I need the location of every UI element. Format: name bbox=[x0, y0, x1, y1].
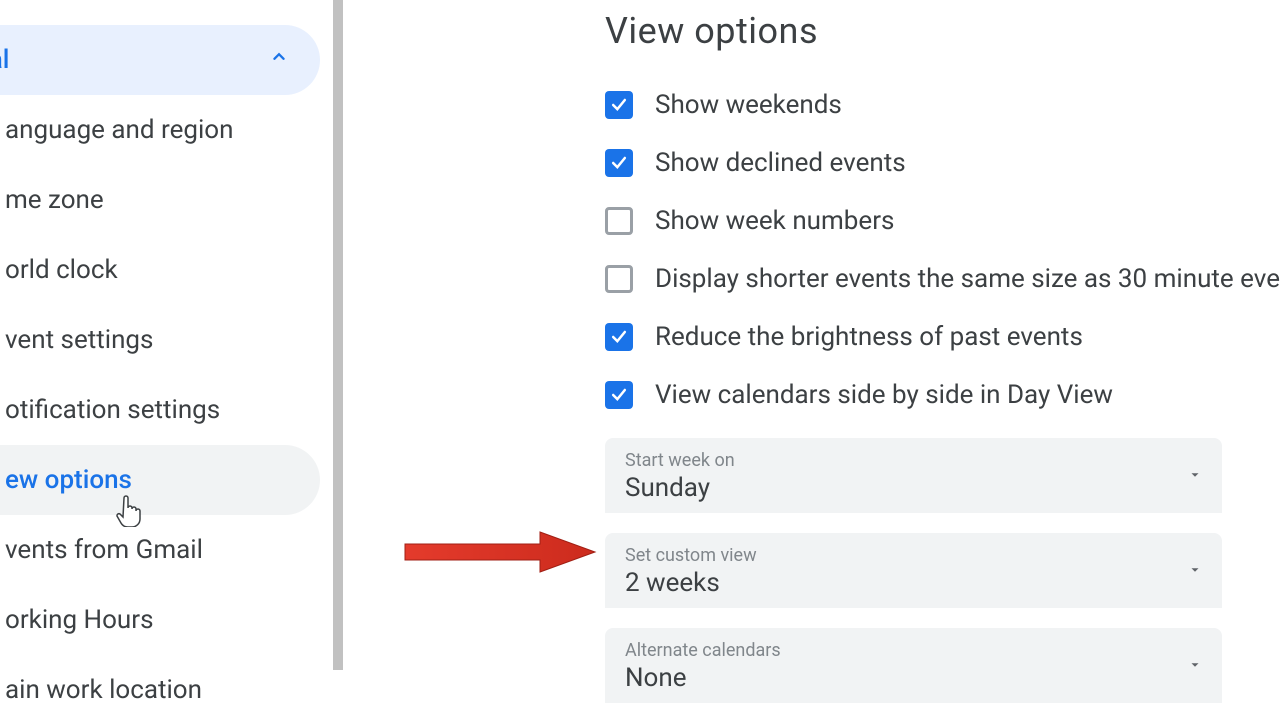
checkbox-checked-icon[interactable] bbox=[605, 323, 633, 351]
sidebar-item-language-region[interactable]: anguage and region bbox=[0, 95, 320, 165]
checkbox-label: Display shorter events the same size as … bbox=[655, 264, 1280, 294]
checkbox-label: View calendars side by side in Day View bbox=[655, 380, 1113, 410]
caret-down-icon bbox=[1188, 562, 1202, 581]
sidebar-item-main-work-location[interactable]: ain work location bbox=[0, 655, 320, 725]
sidebar-item-label: ew options bbox=[5, 465, 132, 495]
sidebar-item-world-clock[interactable]: orld clock bbox=[0, 235, 320, 305]
select-value: Sunday bbox=[625, 473, 735, 503]
sidebar-item-label: anguage and region bbox=[5, 115, 234, 145]
checkbox-row-show-weekends[interactable]: Show weekends bbox=[605, 90, 1265, 120]
sidebar-item-working-hours[interactable]: orking Hours bbox=[0, 585, 320, 655]
checkbox-row-show-declined[interactable]: Show declined events bbox=[605, 148, 1265, 178]
sidebar-item-event-settings[interactable]: vent settings bbox=[0, 305, 320, 375]
sidebar-item-label: otification settings bbox=[5, 395, 220, 425]
checkbox-checked-icon[interactable] bbox=[605, 381, 633, 409]
sidebar-section-general[interactable]: ral bbox=[0, 25, 320, 95]
sidebar-scrollbar[interactable] bbox=[333, 0, 343, 670]
sidebar-item-label: vent settings bbox=[5, 325, 153, 355]
sidebar-section-label: ral bbox=[0, 45, 9, 75]
sidebar-item-label: me zone bbox=[5, 185, 104, 215]
sidebar-item-view-options[interactable]: ew options bbox=[0, 445, 320, 515]
select-start-week[interactable]: Start week on Sunday bbox=[605, 438, 1222, 513]
checkbox-row-reduce-brightness[interactable]: Reduce the brightness of past events bbox=[605, 322, 1265, 352]
checkbox-row-side-by-side[interactable]: View calendars side by side in Day View bbox=[605, 380, 1265, 410]
select-label: Set custom view bbox=[625, 545, 757, 566]
checkbox-row-shorter-events[interactable]: Display shorter events the same size as … bbox=[605, 264, 1265, 294]
view-options-panel: View options Show weekends Show declined… bbox=[605, 10, 1265, 703]
checkbox-row-week-numbers[interactable]: Show week numbers bbox=[605, 206, 1265, 236]
sidebar-item-label: orld clock bbox=[5, 255, 118, 285]
select-alternate-calendars[interactable]: Alternate calendars None bbox=[605, 628, 1222, 703]
annotation-arrow-icon bbox=[400, 522, 600, 586]
settings-sidebar: ral anguage and region me zone orld cloc… bbox=[0, 0, 320, 719]
checkbox-unchecked-icon[interactable] bbox=[605, 207, 633, 235]
sidebar-item-notification-settings[interactable]: otification settings bbox=[0, 375, 320, 445]
scrollbar-thumb[interactable] bbox=[333, 0, 343, 670]
select-custom-view[interactable]: Set custom view 2 weeks bbox=[605, 533, 1222, 608]
checkbox-label: Show weekends bbox=[655, 90, 842, 120]
chevron-up-icon bbox=[268, 45, 290, 75]
sidebar-item-label: vents from Gmail bbox=[5, 535, 203, 565]
checkbox-checked-icon[interactable] bbox=[605, 91, 633, 119]
select-value: 2 weeks bbox=[625, 568, 757, 598]
checkbox-unchecked-icon[interactable] bbox=[605, 265, 633, 293]
sidebar-item-time-zone[interactable]: me zone bbox=[0, 165, 320, 235]
caret-down-icon bbox=[1188, 657, 1202, 676]
sidebar-item-label: ain work location bbox=[5, 675, 202, 705]
checkbox-label: Show declined events bbox=[655, 148, 906, 178]
sidebar-item-label: orking Hours bbox=[5, 605, 153, 635]
select-label: Alternate calendars bbox=[625, 640, 781, 661]
checkbox-label: Reduce the brightness of past events bbox=[655, 322, 1083, 352]
sidebar-item-events-gmail[interactable]: vents from Gmail bbox=[0, 515, 320, 585]
select-label: Start week on bbox=[625, 450, 735, 471]
caret-down-icon bbox=[1188, 467, 1202, 486]
checkbox-checked-icon[interactable] bbox=[605, 149, 633, 177]
select-value: None bbox=[625, 663, 781, 693]
checkbox-label: Show week numbers bbox=[655, 206, 894, 236]
page-title: View options bbox=[605, 10, 1265, 52]
